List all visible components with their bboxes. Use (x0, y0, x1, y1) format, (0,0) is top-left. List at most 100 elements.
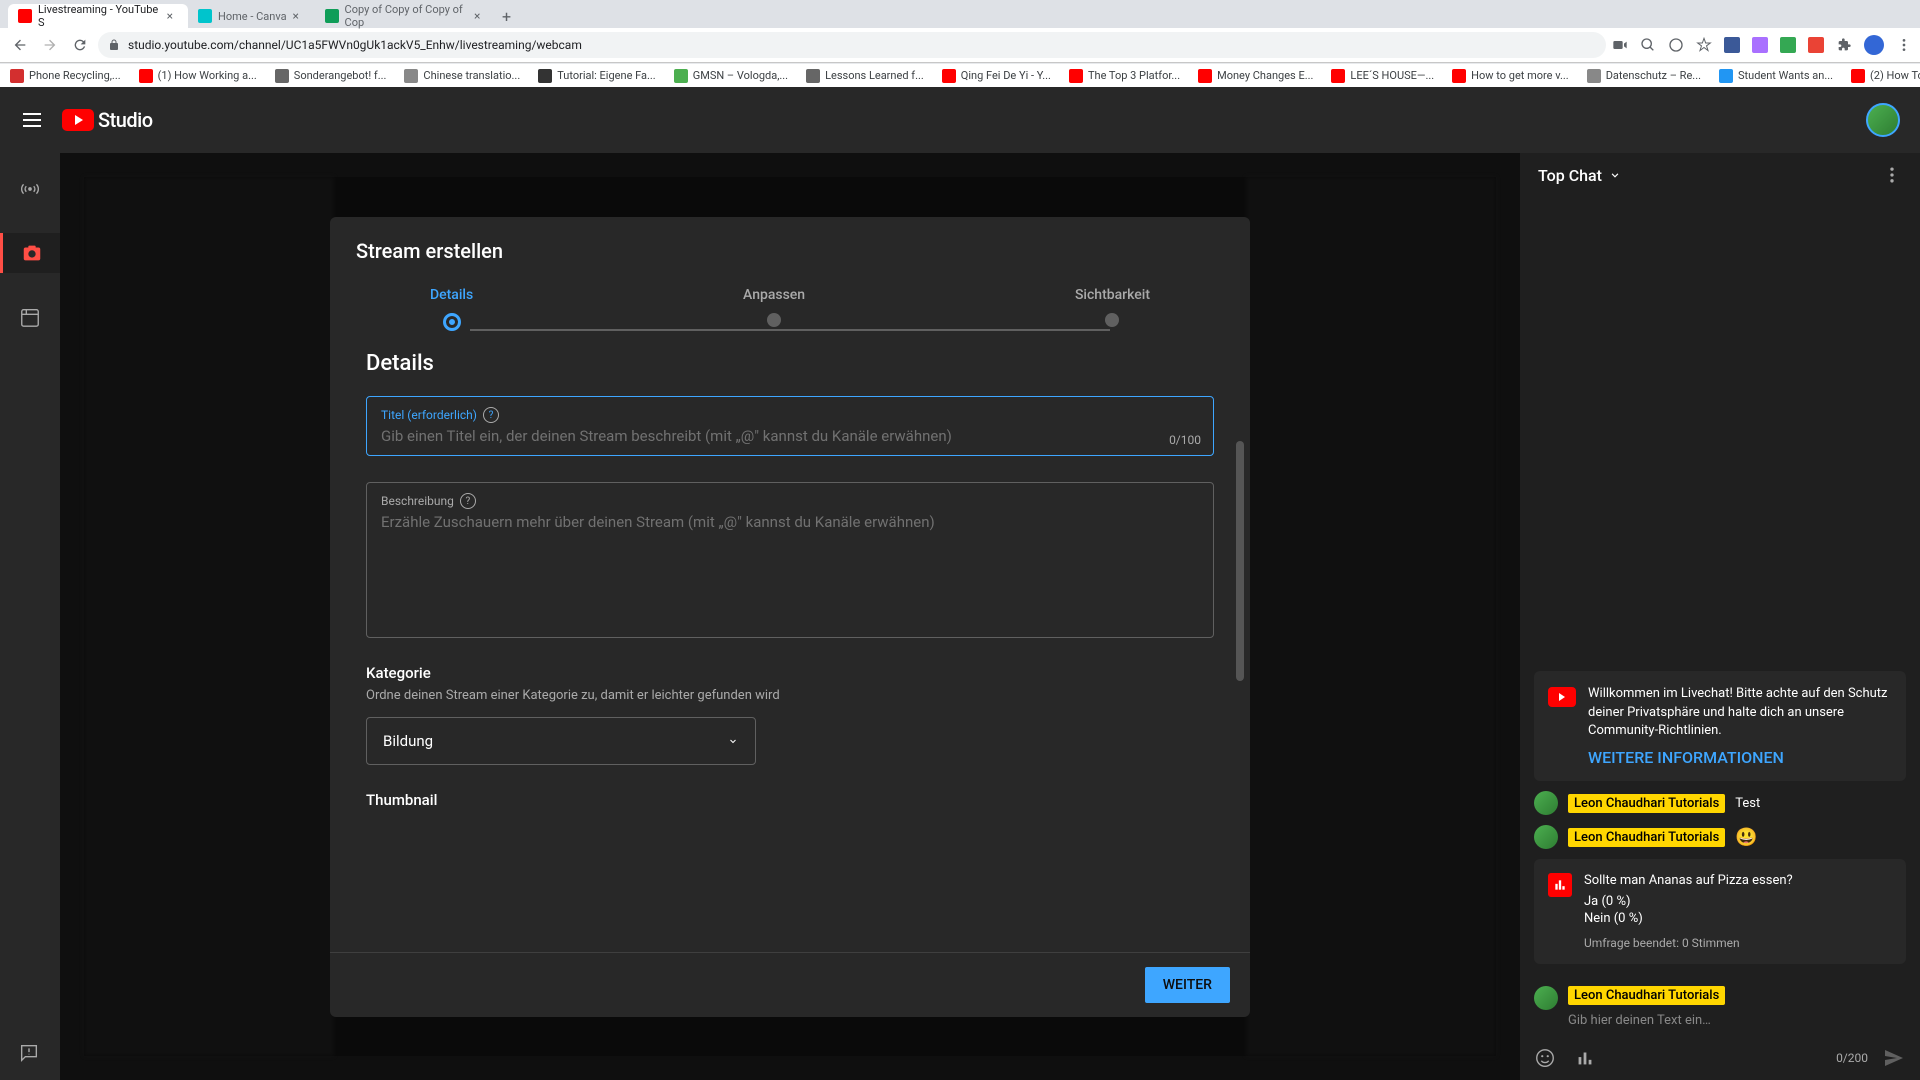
bookmark[interactable]: (2) How To Add A... (1851, 69, 1920, 83)
bookmark[interactable]: Phone Recycling,... (10, 69, 121, 83)
emoji: 😃 (1735, 827, 1757, 848)
avatar[interactable] (1534, 825, 1558, 849)
help-icon[interactable]: ? (483, 407, 499, 423)
bookmark[interactable]: Chinese translatio... (404, 69, 520, 83)
chat-message: Leon Chaudhari Tutorials 😃 (1534, 825, 1906, 849)
poll-option[interactable]: Nein (0 %) (1584, 911, 1892, 926)
address-bar[interactable]: studio.youtube.com/channel/UC1a5FWVn0gUk… (98, 32, 1606, 58)
chat-menu-button[interactable] (1882, 165, 1902, 185)
extensions-icon[interactable] (1836, 37, 1852, 53)
bookmark[interactable]: How to get more v... (1452, 69, 1569, 83)
emoji-icon[interactable] (1534, 1047, 1556, 1069)
welcome-card: Willkommen im Livechat! Bitte achte auf … (1534, 671, 1906, 781)
help-icon[interactable]: ? (460, 493, 476, 509)
browser-tab[interactable]: Copy of Copy of Copy of Cop × (315, 4, 495, 28)
chevron-down-icon (727, 735, 739, 747)
forward-button[interactable] (38, 33, 62, 57)
poll-question: Sollte man Ananas auf Pizza essen? (1584, 873, 1892, 888)
description-field[interactable]: Beschreibung ? (366, 482, 1214, 638)
welcome-text: Willkommen im Livechat! Bitte achte auf … (1588, 685, 1892, 740)
poll-icon (1548, 873, 1572, 897)
sidenav-manage[interactable] (10, 297, 50, 337)
back-button[interactable] (8, 33, 32, 57)
close-icon[interactable]: × (474, 10, 485, 22)
sidenav-webcam[interactable] (0, 233, 60, 273)
app-header: Studio (0, 87, 1920, 153)
close-icon[interactable]: × (167, 10, 178, 22)
bookmark[interactable]: Datenschutz – Re... (1587, 69, 1701, 83)
message-text: Test (1735, 796, 1760, 811)
chat-input-area: Leon Chaudhari Tutorials 0/200 (1520, 974, 1920, 1080)
avatar[interactable] (1534, 791, 1558, 815)
sidenav-stream[interactable] (10, 169, 50, 209)
chat-message: Leon Chaudhari Tutorials Test (1534, 791, 1906, 815)
step-visibility[interactable]: Sichtbarkeit (1075, 287, 1150, 331)
step-customize[interactable]: Anpassen (743, 287, 805, 331)
step-details[interactable]: Details (430, 287, 473, 331)
bookmark[interactable]: Sonderangebot! f... (275, 69, 387, 83)
new-tab-button[interactable]: + (495, 4, 519, 28)
section-title: Details (366, 351, 1214, 376)
youtube-play-icon (62, 109, 94, 131)
author-badge[interactable]: Leon Chaudhari Tutorials (1568, 794, 1725, 813)
tab-title: Livestreaming - YouTube S (38, 3, 161, 29)
reload-button[interactable] (68, 33, 92, 57)
char-count: 0/200 (1836, 1051, 1868, 1065)
sidenav (0, 153, 60, 1080)
chat-input[interactable] (1568, 1013, 1906, 1028)
bookmark[interactable]: Qing Fei De Yi - Y... (942, 69, 1051, 83)
avatar[interactable] (1534, 986, 1558, 1010)
poll-icon[interactable] (1574, 1047, 1596, 1069)
bookmark[interactable]: Tutorial: Eigene Fa... (538, 69, 656, 83)
extension-icon[interactable] (1752, 37, 1768, 53)
menu-icon[interactable] (1896, 37, 1912, 53)
bookmark[interactable]: The Top 3 Platfor... (1069, 69, 1180, 83)
scrollbar[interactable] (1236, 441, 1244, 681)
canva-icon (198, 9, 212, 23)
category-select[interactable]: Bildung (366, 717, 756, 765)
extension-icon[interactable] (1808, 37, 1824, 53)
bookmark[interactable]: Student Wants an... (1719, 69, 1833, 83)
video-preview (84, 177, 334, 1056)
tab-title: Home - Canva (218, 10, 287, 23)
bookmark[interactable]: Lessons Learned f... (806, 69, 924, 83)
chat-mode-selector[interactable]: Top Chat (1538, 166, 1622, 185)
logo[interactable]: Studio (62, 108, 153, 132)
bookmark[interactable]: Money Changes E... (1198, 69, 1313, 83)
dialog-title: Stream erstellen (356, 239, 1224, 263)
step-dot-icon (443, 313, 461, 331)
zoom-icon[interactable] (1640, 37, 1656, 53)
title-field[interactable]: Titel (erforderlich) ? 0/100 (366, 396, 1214, 456)
char-count: 0/100 (1169, 433, 1201, 447)
gdrive-icon (325, 9, 339, 23)
poll-option[interactable]: Ja (0 %) (1584, 894, 1892, 909)
more-info-link[interactable]: WEITERE INFORMATIONEN (1588, 748, 1892, 767)
chat-panel: Top Chat Willkommen im Livechat! Bitte a… (1520, 153, 1920, 1080)
lock-icon (108, 39, 120, 51)
browser-tab[interactable]: Home - Canva × (188, 4, 315, 28)
star-icon[interactable] (1696, 37, 1712, 53)
title-input[interactable] (381, 427, 1199, 445)
camera-icon[interactable] (1612, 37, 1628, 53)
poll-status: Umfrage beendet: 0 Stimmen (1584, 936, 1892, 950)
bookmark[interactable]: (1) How Working a... (139, 69, 257, 83)
close-icon[interactable]: × (293, 10, 305, 22)
hamburger-menu[interactable] (20, 108, 44, 132)
poll-card: Sollte man Ananas auf Pizza essen? Ja (0… (1534, 859, 1906, 964)
feedback-button[interactable] (18, 1042, 40, 1064)
share-icon[interactable] (1668, 37, 1684, 53)
avatar[interactable] (1866, 103, 1900, 137)
browser-tab-active[interactable]: Livestreaming - YouTube S × (8, 4, 188, 28)
profile-icon[interactable] (1864, 35, 1884, 55)
author-badge[interactable]: Leon Chaudhari Tutorials (1568, 828, 1725, 847)
youtube-play-icon (1548, 687, 1576, 707)
step-dot-icon (1105, 313, 1119, 327)
bookmark[interactable]: LEE´S HOUSE—... (1331, 69, 1434, 83)
extension-icon[interactable] (1724, 37, 1740, 53)
description-input[interactable] (381, 513, 1199, 623)
logo-text: Studio (98, 108, 153, 132)
bookmark[interactable]: GMSN – Vologda,... (674, 69, 788, 83)
next-button[interactable]: WEITER (1145, 967, 1230, 1003)
send-button[interactable] (1882, 1046, 1906, 1070)
extension-icon[interactable] (1780, 37, 1796, 53)
